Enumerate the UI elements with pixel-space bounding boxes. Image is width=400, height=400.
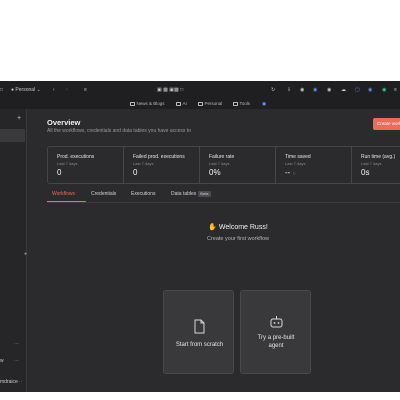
extension-icon[interactable]: ◉	[327, 85, 331, 95]
tabs: Workflows Credentials Executions Data ta…	[47, 189, 400, 203]
stat-value-text: --	[285, 168, 291, 177]
browser-chrome: □ ● Personal ⌄ ‹ › ≡ ▣ ▩ ▣▩ □ ↻ ⇩ ◉ ◉ ◉ …	[0, 81, 400, 109]
stat-period: Last 7 days	[133, 160, 154, 166]
extension-icon[interactable]: ◉	[382, 85, 386, 95]
extension-icon[interactable]: ◉	[368, 85, 372, 95]
sidebar: + ● ··· w ··· mdraice ···	[0, 109, 27, 392]
bookmark-label: News & Blogs	[136, 101, 165, 106]
sidebar-toggle-icon[interactable]: □	[0, 85, 3, 95]
tabs-divider	[47, 202, 400, 203]
stat-label: Prod. executions	[57, 154, 95, 160]
stat-value: 0%	[209, 168, 221, 177]
more-icon[interactable]: ···	[14, 341, 19, 347]
bookmark-folder[interactable]: Tools	[233, 99, 250, 109]
stat-prod-executions: Prod. executions Last 7 days 0	[48, 147, 124, 183]
extension-icon[interactable]: ▢	[355, 85, 360, 95]
bookmark-icon[interactable]: ▣	[262, 99, 266, 109]
more-icon[interactable]: ···	[14, 358, 19, 364]
stat-period: Last 7 days	[285, 160, 306, 166]
stat-value: 0	[133, 168, 138, 177]
folder-icon	[130, 101, 135, 106]
folder-icon	[176, 101, 181, 106]
welcome-heading: ✋ Welcome Russ!	[158, 223, 318, 231]
stat-label: Time saved	[285, 154, 311, 160]
extension-icon[interactable]: ◉	[313, 85, 317, 95]
card-label: Try a pre-built agent	[257, 335, 295, 349]
cloud-icon[interactable]: ☁	[341, 85, 346, 95]
sidebar-user-name[interactable]: mdraice	[0, 379, 18, 385]
profile-switcher[interactable]: ● Personal ⌄	[11, 85, 41, 95]
beta-badge: Beta	[198, 191, 211, 197]
stat-period: Last 7 days	[361, 160, 382, 166]
profile-label: Personal	[15, 87, 36, 93]
stat-time-saved: Time saved Last 7 days -- ○	[276, 147, 352, 183]
tab-label: Data tables	[171, 191, 197, 197]
tab-workflows[interactable]: Workflows	[52, 189, 75, 199]
more-icon[interactable]: ···	[17, 379, 22, 385]
stat-label: Failure rate	[209, 154, 235, 160]
sidebar-collapse-icon[interactable]: ●	[24, 251, 27, 257]
page-subtitle: All the workflows, credentials and data …	[47, 128, 191, 134]
stat-label: Run time (avg.)	[361, 154, 396, 160]
stat-run-time: Run time (avg.) Last 7 days 0s	[352, 147, 400, 183]
active-tab-indicator	[47, 201, 86, 202]
tab-data-tables[interactable]: Data tables Beta	[171, 189, 211, 199]
tab-executions[interactable]: Executions	[131, 189, 155, 199]
stat-period: Last 7 days	[57, 160, 78, 166]
reload-icon[interactable]: ↻	[271, 85, 275, 95]
chevron-down-icon: ⌄	[36, 87, 41, 93]
person-icon: ●	[11, 87, 15, 93]
stat-failure-rate: Failure rate Last 7 days 0%	[200, 147, 276, 183]
page-title: Overview	[47, 118, 81, 127]
menu-icon[interactable]: ≡	[394, 85, 397, 95]
stat-period: Last 7 days	[209, 160, 230, 166]
main-content: Overview All the workflows, credentials …	[28, 109, 400, 392]
welcome-text: Welcome Russ!	[218, 224, 268, 231]
app-window: □ ● Personal ⌄ ‹ › ≡ ▣ ▩ ▣▩ □ ↻ ⇩ ◉ ◉ ◉ …	[0, 81, 400, 392]
bookmark-label: Tools	[239, 101, 251, 106]
info-icon[interactable]: ○	[293, 171, 296, 177]
card-label: Start from scratch	[175, 342, 224, 348]
download-icon[interactable]: ⇩	[287, 85, 291, 95]
bookmark-folder[interactable]: News & Blogs	[130, 99, 165, 109]
back-icon[interactable]: ‹	[53, 85, 55, 95]
bookmark-label: AI	[182, 101, 187, 106]
stat-failed-executions: Failed prod. executions Last 7 days 0	[124, 147, 200, 183]
forward-icon[interactable]: ›	[66, 85, 68, 95]
waving-hand-icon: ✋	[208, 224, 217, 231]
sidebar-item-selected[interactable]	[0, 129, 25, 142]
bookmark-folder[interactable]: Personal	[198, 99, 222, 109]
tab-credentials[interactable]: Credentials	[91, 189, 116, 199]
stat-value: 0s	[361, 168, 370, 177]
start-from-scratch-card[interactable]: Start from scratch	[163, 290, 234, 374]
browser-toolbar: □ ● Personal ⌄ ‹ › ≡ ▣ ▩ ▣▩ □ ↻ ⇩ ◉ ◉ ◉ …	[0, 81, 400, 99]
address-tiles-icon[interactable]: ▣ ▩ ▣▩ □	[157, 85, 183, 95]
stat-value: -- ○	[285, 168, 296, 177]
bookmark-folder[interactable]: AI	[176, 99, 187, 109]
prebuilt-agent-card[interactable]: Try a pre-built agent	[240, 290, 311, 374]
screen: □ ● Personal ⌄ ‹ › ≡ ▣ ▩ ▣▩ □ ↻ ⇩ ◉ ◉ ◉ …	[0, 0, 400, 400]
extension-icon[interactable]: ◉	[300, 85, 304, 95]
folder-icon	[233, 101, 238, 106]
create-workflow-button[interactable]: Create work	[373, 118, 400, 130]
tabs-icon[interactable]: ≡	[84, 85, 87, 95]
stats-panel: Prod. executions Last 7 days 0 Failed pr…	[47, 146, 400, 184]
stat-value: 0	[57, 168, 62, 177]
stat-label: Failed prod. executions	[133, 154, 185, 160]
sidebar-item-label[interactable]: w	[0, 358, 4, 364]
add-icon[interactable]: +	[17, 115, 21, 122]
robot-icon	[270, 316, 283, 328]
folder-icon	[198, 101, 203, 106]
welcome-subtitle: Create your first workflow	[206, 236, 270, 242]
file-icon	[194, 319, 205, 334]
bookmark-label: Personal	[204, 101, 223, 106]
